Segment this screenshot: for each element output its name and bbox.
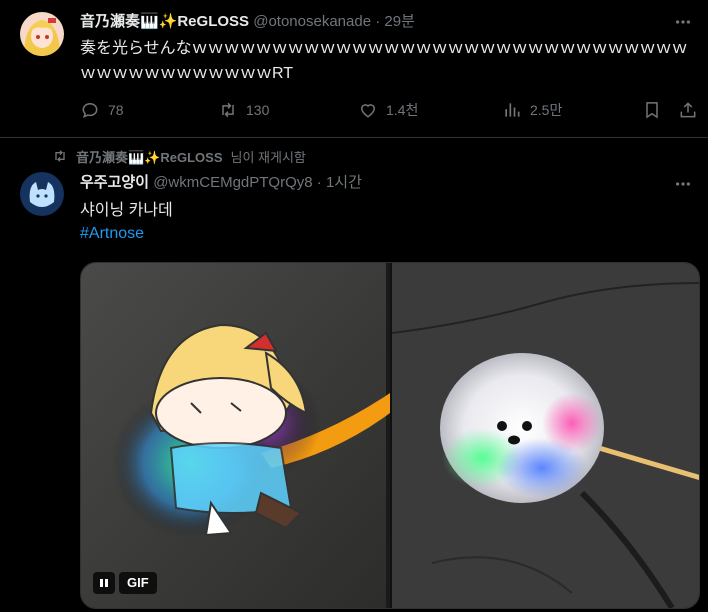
media-grid[interactable]: GIF: [80, 262, 700, 609]
retweet-count: 130: [246, 102, 270, 118]
author-name[interactable]: 音乃瀬奏🎹✨ReGLOSS: [80, 13, 249, 30]
bookmark-icon: [646, 102, 658, 119]
glowing-character-illustration: [81, 263, 390, 608]
author-name[interactable]: 우주고양이: [80, 174, 149, 191]
retweet-icon: [55, 150, 65, 162]
separator-dot: ·: [316, 174, 322, 191]
views-button[interactable]: 2.5만: [502, 97, 562, 123]
avatar-image: [20, 172, 64, 216]
more-dots-icon[interactable]: [672, 174, 694, 194]
timestamp[interactable]: 29분: [384, 13, 415, 30]
tweet-header: 音乃瀬奏🎹✨ReGLOSS @otonosekanade · 29분: [80, 12, 415, 32]
reply-icon: [82, 102, 98, 119]
reposted-suffix: 님이 재게시함: [230, 149, 306, 165]
view-count: 2.5만: [530, 102, 563, 118]
tweet-reposted[interactable]: 音乃瀬奏🎹✨ReGLOSS 님이 재게시함 우주고양이 @wkmCEMgdPTQ…: [0, 138, 708, 612]
avatar[interactable]: [20, 12, 64, 56]
author-handle[interactable]: @wkmCEMgdPTQrQy8: [153, 174, 312, 191]
retweet-button[interactable]: 130: [218, 97, 269, 123]
timestamp[interactable]: 1시간: [326, 174, 362, 191]
gif-illustration[interactable]: GIF: [81, 263, 390, 608]
dog-photo[interactable]: [392, 263, 699, 608]
like-button[interactable]: 1.4천: [358, 97, 418, 123]
gif-badge: GIF: [119, 572, 157, 594]
bookmark-button[interactable]: [642, 97, 662, 123]
tweet-text: 奏を光らせんなｗｗｗｗｗｗｗｗｗｗｗｗｗｗｗｗｗｗｗｗｗｗｗｗｗｗｗｗｗｗｗｗｗ…: [80, 40, 688, 82]
heart-icon: [360, 104, 376, 118]
hashtag-link[interactable]: #Artnose: [80, 223, 144, 245]
reply-count: 78: [108, 102, 124, 118]
reposted-by-name[interactable]: 音乃瀬奏🎹✨ReGLOSS: [76, 147, 223, 166]
tweet-actions: 78 130 1.4천 2.5만: [80, 97, 700, 123]
more-dots-icon[interactable]: [672, 12, 694, 32]
tweet-kanade[interactable]: 音乃瀬奏🎹✨ReGLOSS @otonosekanade · 29분 奏を光らせ…: [0, 0, 708, 138]
author-handle[interactable]: @otonosekanade: [253, 13, 371, 30]
pause-icon[interactable]: [93, 572, 115, 594]
reply-button[interactable]: 78: [80, 97, 124, 123]
avatar[interactable]: [20, 172, 64, 216]
share-icon: [680, 102, 696, 118]
like-count: 1.4천: [386, 102, 419, 118]
tweet-header: 우주고양이 @wkmCEMgdPTQrQy8 · 1시간: [80, 173, 362, 193]
views-chart-icon: [505, 103, 520, 117]
glowing-pomeranian-photo: [392, 263, 699, 608]
avatar-image: [20, 12, 64, 56]
tweet-text: 샤이닝 카나데: [80, 202, 173, 219]
repost-indicator[interactable]: 音乃瀬奏🎹✨ReGLOSS 님이 재게시함: [52, 147, 306, 165]
share-button[interactable]: [678, 97, 698, 123]
retweet-icon: [222, 102, 234, 118]
separator-dot: ·: [375, 13, 381, 30]
gif-controls: GIF: [93, 572, 157, 594]
